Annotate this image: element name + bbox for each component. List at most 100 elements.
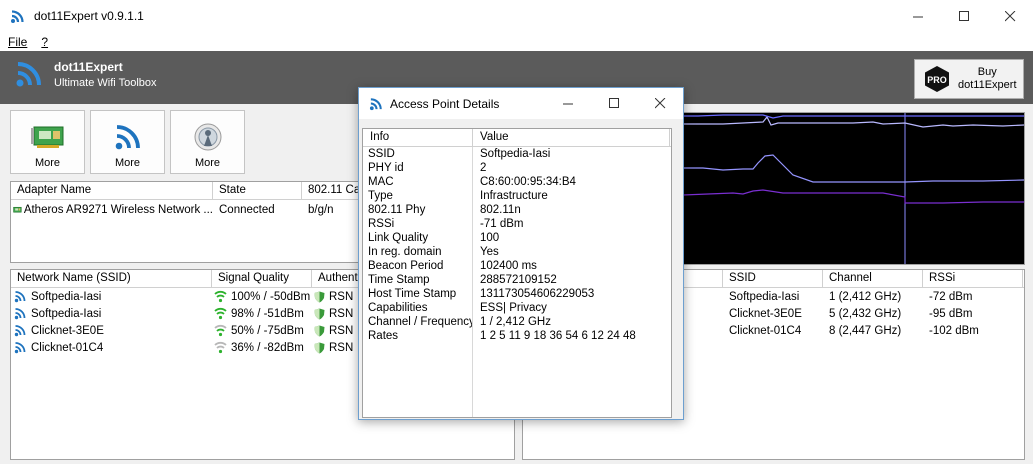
details-rows: SSID Softpedia-Iasi PHY id 2 MAC C8:60:00:95:…	[363, 147, 671, 343]
dialog-title-bar: Access Point Details	[359, 88, 683, 119]
detail-key: Host Time Stamp	[368, 288, 457, 300]
details-table-body: SSID Softpedia-Iasi PHY id 2 MAC C8:60:00:95:…	[363, 147, 671, 417]
detail-key: Link Quality	[368, 232, 429, 244]
details-row[interactable]: Channel / Frequency 1 / 2,412 GHz	[363, 315, 671, 329]
details-row[interactable]: In reg. domain Yes	[363, 245, 671, 259]
more-button-wifi[interactable]: More	[90, 110, 165, 174]
minimize-button[interactable]	[895, 0, 941, 32]
buy-button[interactable]: PRO Buy dot11Expert	[914, 59, 1024, 99]
close-icon	[654, 98, 665, 109]
wifi-icon	[111, 122, 145, 152]
detail-key: In reg. domain	[368, 246, 442, 258]
maximize-button[interactable]	[941, 0, 987, 32]
detail-value: -71 dBm	[480, 218, 524, 230]
wifi-icon	[14, 291, 26, 303]
col-signal-quality[interactable]: Signal Quality	[212, 270, 312, 287]
signal-cell: 100% / -50dBm	[212, 290, 312, 303]
more-button-adapter[interactable]: More	[10, 110, 85, 174]
network-card-icon	[30, 122, 65, 152]
ssid-cell: Clicknet-01C4	[11, 341, 212, 354]
detail-key: Type	[368, 190, 393, 202]
logo-wifi-icon	[16, 62, 41, 87]
detail-value: Infrastructure	[480, 190, 548, 202]
more-label-1: More	[34, 157, 61, 169]
detail-key: RSSi	[368, 218, 395, 230]
more-button-access-point[interactable]: More	[170, 110, 245, 174]
close-button[interactable]	[987, 0, 1033, 32]
col-value[interactable]: Value	[473, 129, 670, 146]
graph-series-a	[683, 115, 1025, 128]
details-row[interactable]: Link Quality 100	[363, 231, 671, 245]
detail-key: SSID	[368, 148, 395, 160]
detail-key: Time Stamp	[368, 274, 430, 286]
detail-value: 1 2 5 11 9 18 36 54 6 12 24 48	[480, 330, 636, 342]
ssid-text: Clicknet-01C4	[31, 341, 104, 354]
auth-text: RSN	[329, 324, 354, 337]
graph-series-b	[683, 154, 1025, 183]
detail-key: Capabilities	[368, 302, 428, 314]
buy-label-line1: Buy	[977, 66, 997, 78]
wifi-icon	[11, 10, 24, 23]
details-row[interactable]: 802.11 Phy 802.11n	[363, 203, 671, 217]
graph-series-top	[683, 114, 1024, 119]
col-channel[interactable]: Channel	[823, 270, 923, 287]
column-divider	[472, 147, 473, 417]
window-controls	[895, 0, 1033, 32]
ap-ssid: Softpedia-Iasi	[729, 290, 800, 303]
wifi-icon	[14, 325, 26, 337]
maximize-icon	[958, 10, 969, 21]
dialog-maximize-button[interactable]	[591, 88, 637, 119]
auth-text: RSN	[329, 307, 354, 320]
pro-badge-text: PRO	[927, 75, 947, 85]
ssid-text: Softpedia-Iasi	[31, 307, 102, 320]
wifi-icon	[14, 342, 26, 354]
details-row[interactable]: PHY id 2	[363, 161, 671, 175]
adapter-name: Atheros AR9271 Wireless Network ...	[23, 204, 213, 216]
signal-cell: 98% / -51dBm	[212, 307, 312, 320]
network-card-icon	[13, 206, 22, 213]
ap-channel: 8 (2,447 GHz)	[829, 324, 902, 337]
buy-label: Buy dot11Expert	[958, 66, 1017, 92]
signal-text: 98% / -51dBm	[231, 307, 304, 320]
detail-key: Channel / Frequency	[368, 316, 473, 328]
menu-file[interactable]: File	[8, 35, 27, 49]
details-row[interactable]: MAC C8:60:00:95:34:B4	[363, 175, 671, 189]
col-ssid[interactable]: SSID	[723, 270, 823, 287]
ssid-text: Softpedia-Iasi	[31, 290, 102, 303]
buy-label-line2: dot11Expert	[958, 79, 1017, 91]
ssid-cell: Softpedia-Iasi	[11, 290, 212, 303]
details-row[interactable]: SSID Softpedia-Iasi	[363, 147, 671, 161]
detail-key: Rates	[368, 330, 399, 342]
details-row[interactable]: Beacon Period 102400 ms	[363, 259, 671, 273]
details-row[interactable]: Type Infrastructure	[363, 189, 671, 203]
signal-strength-icon	[214, 290, 227, 303]
detail-value: 102400 ms	[480, 260, 537, 272]
col-rssi[interactable]: RSSi	[923, 270, 1023, 287]
ap-channel: 5 (2,432 GHz)	[829, 307, 902, 320]
more-label-3: More	[194, 157, 221, 169]
signal-cell: 36% / -82dBm	[212, 341, 312, 354]
col-state[interactable]: State	[213, 182, 302, 199]
col-adapter-name[interactable]: Adapter Name	[11, 182, 213, 199]
ssid-cell: Softpedia-Iasi	[11, 307, 212, 320]
dialog-controls	[545, 88, 683, 119]
signal-cell: 50% / -75dBm	[212, 324, 312, 337]
ap-rssi: -102 dBm	[929, 324, 979, 337]
dialog-close-button[interactable]	[637, 88, 683, 119]
maximize-icon	[608, 98, 619, 108]
dialog-minimize-button[interactable]	[545, 88, 591, 119]
detail-value: 2	[480, 162, 487, 174]
details-row[interactable]: Rates 1 2 5 11 9 18 36 54 6 12 24 48	[363, 329, 671, 343]
col-info[interactable]: Info	[363, 129, 473, 146]
menu-help[interactable]: ?	[41, 35, 48, 49]
details-row[interactable]: RSSi -71 dBm	[363, 217, 671, 231]
dialog-title: Access Point Details	[390, 96, 500, 111]
details-row[interactable]: Host Time Stamp 131173054606229053	[363, 287, 671, 301]
details-row[interactable]: Time Stamp 288572109152	[363, 273, 671, 287]
pro-badge-icon: PRO	[924, 66, 950, 92]
col-network-name[interactable]: Network Name (SSID)	[11, 270, 212, 287]
ssid-text: Clicknet-3E0E	[31, 324, 104, 337]
details-table[interactable]: Info Value SSID Softpedia-Iasi PHY id 2 MAC C…	[362, 128, 672, 418]
app-name: dot11Expert	[54, 60, 123, 74]
details-row[interactable]: Capabilities ESS| Privacy	[363, 301, 671, 315]
